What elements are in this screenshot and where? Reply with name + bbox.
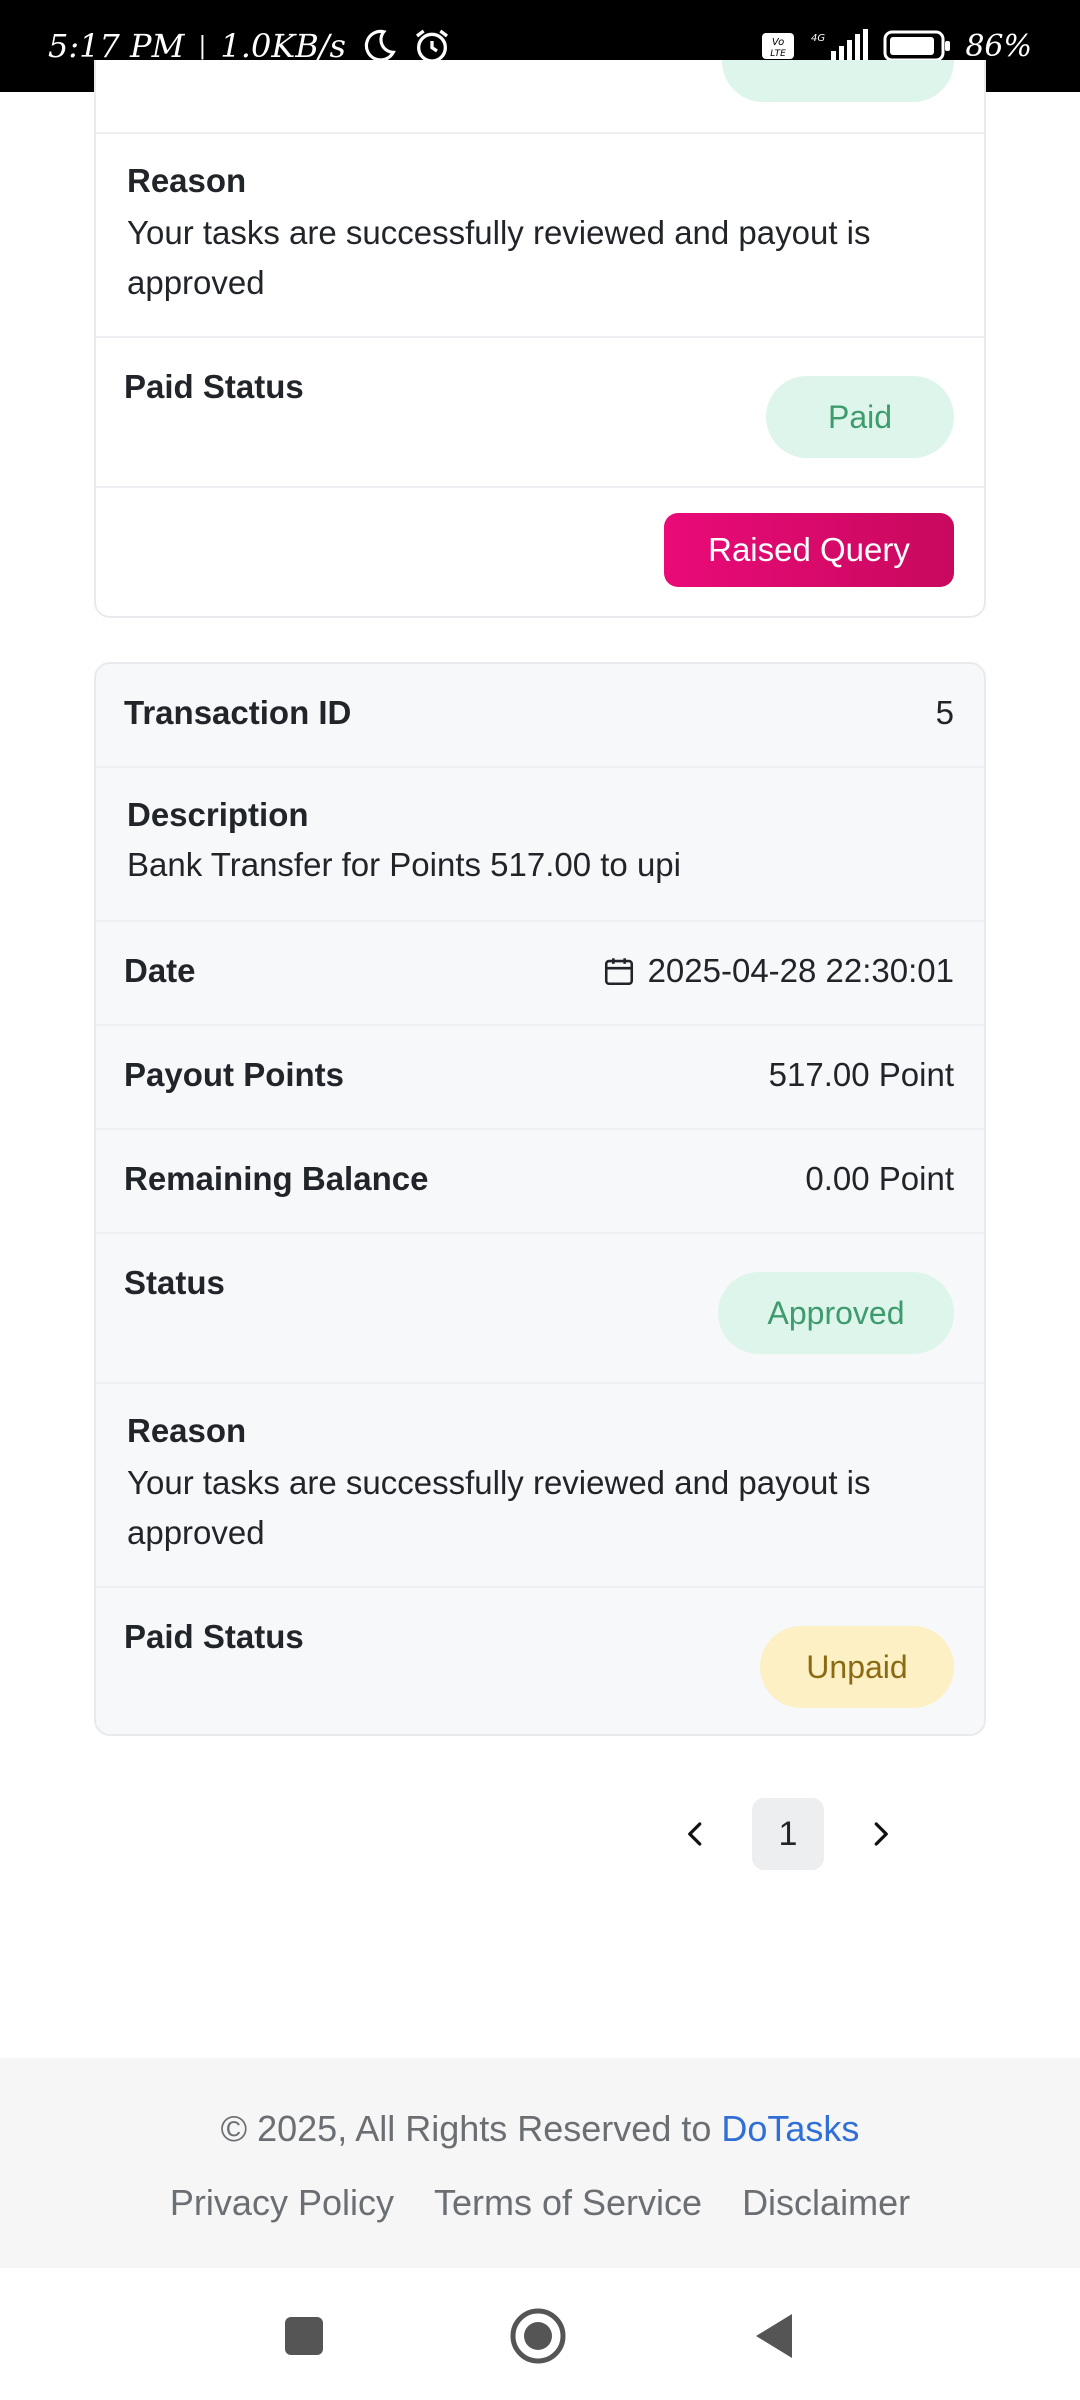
copyright: © 2025, All Rights Reserved to DoTasks [0, 2108, 1080, 2150]
reason-label: Reason [127, 162, 247, 199]
terms-of-service-link[interactable]: Terms of Service [434, 2182, 702, 2224]
home-circle-icon [510, 2308, 566, 2364]
paid-status-label: Paid Status [124, 368, 304, 405]
remaining-balance-label: Remaining Balance [124, 1160, 429, 1197]
signal-icon: 4G [809, 29, 869, 63]
chevron-right-icon [874, 1822, 888, 1846]
status-row: Status Approved [96, 1234, 984, 1384]
raised-query-button[interactable]: Raised Query [664, 513, 954, 587]
reason-text: Your tasks are successfully reviewed and… [127, 214, 871, 301]
action-row: Raised Query [96, 488, 984, 616]
svg-text:4G: 4G [811, 33, 825, 44]
date-value: 2025-04-28 22:30:01 [647, 952, 954, 989]
paid-status-row: Paid Status Paid [96, 338, 984, 488]
description-row: Description Bank Transfer for Points 517… [96, 768, 984, 922]
paid-status-badge: Paid [766, 376, 954, 458]
battery-percent: 86% [965, 28, 1032, 64]
reason-row: Reason Your tasks are successfully revie… [96, 134, 984, 338]
footer-links: Privacy Policy Terms of Service Disclaim… [0, 2182, 1080, 2224]
recent-apps-button[interactable] [274, 2306, 334, 2366]
volte-icon: Vo LTE [761, 31, 795, 61]
copyright-text: © 2025, All Rights Reserved to [220, 2108, 712, 2149]
description-text: Bank Transfer for Points 517.00 to upi [127, 846, 681, 883]
payout-points-row: Payout Points 517.00 Point [96, 1026, 984, 1130]
svg-text:LTE: LTE [771, 49, 787, 59]
square-icon [285, 2317, 323, 2355]
reason-label: Reason [127, 1412, 247, 1449]
reason-row: Reason Your tasks are successfully revie… [96, 1384, 984, 1588]
remaining-balance-value: 0.00 Point [805, 1160, 954, 1197]
status-label: Status [124, 1264, 225, 1301]
footer: © 2025, All Rights Reserved to DoTasks P… [0, 2058, 1080, 2268]
chevron-left-icon [688, 1822, 702, 1846]
battery-icon [883, 29, 951, 63]
privacy-policy-link[interactable]: Privacy Policy [170, 2182, 394, 2224]
disclaimer-link[interactable]: Disclaimer [742, 2182, 910, 2224]
svg-text:Vo: Vo [772, 37, 784, 48]
previous-page-button[interactable] [660, 1798, 732, 1870]
page-number-button[interactable]: 1 [752, 1798, 824, 1870]
status-pill-remnant [722, 60, 954, 102]
payout-points-value: 517.00 Point [768, 1056, 954, 1093]
brand-link[interactable]: DoTasks [721, 2108, 859, 2149]
remaining-balance-row: Remaining Balance 0.00 Point [96, 1130, 984, 1234]
pagination: 1 [660, 1798, 916, 1870]
transaction-card-previous: Reason Your tasks are successfully revie… [94, 60, 986, 618]
transaction-id-row: Transaction ID 5 [96, 664, 984, 768]
navigation-bar [0, 2268, 1080, 2400]
paid-status-row: Paid Status Unpaid [96, 1588, 984, 1734]
transaction-card: Transaction ID 5 Description Bank Transf… [94, 662, 986, 1736]
reason-text: Your tasks are successfully reviewed and… [127, 1464, 871, 1551]
transaction-id-value: 5 [935, 694, 954, 731]
paid-status-badge: Unpaid [760, 1626, 954, 1708]
date-value-group: 2025-04-28 22:30:01 [602, 952, 954, 990]
status-badge: Approved [718, 1272, 954, 1354]
status-row-remnant [96, 60, 984, 134]
payout-points-label: Payout Points [124, 1056, 345, 1093]
home-button[interactable] [508, 2306, 568, 2366]
transaction-id-label: Transaction ID [124, 694, 352, 731]
paid-status-label: Paid Status [124, 1618, 304, 1655]
back-triangle-icon [756, 2314, 792, 2358]
back-button[interactable] [744, 2306, 804, 2366]
next-page-button[interactable] [844, 1798, 916, 1870]
date-row: Date 2025-04-28 22:30:01 [96, 922, 984, 1026]
calendar-icon [602, 954, 636, 988]
date-label: Date [124, 952, 196, 989]
description-label: Description [127, 796, 309, 833]
